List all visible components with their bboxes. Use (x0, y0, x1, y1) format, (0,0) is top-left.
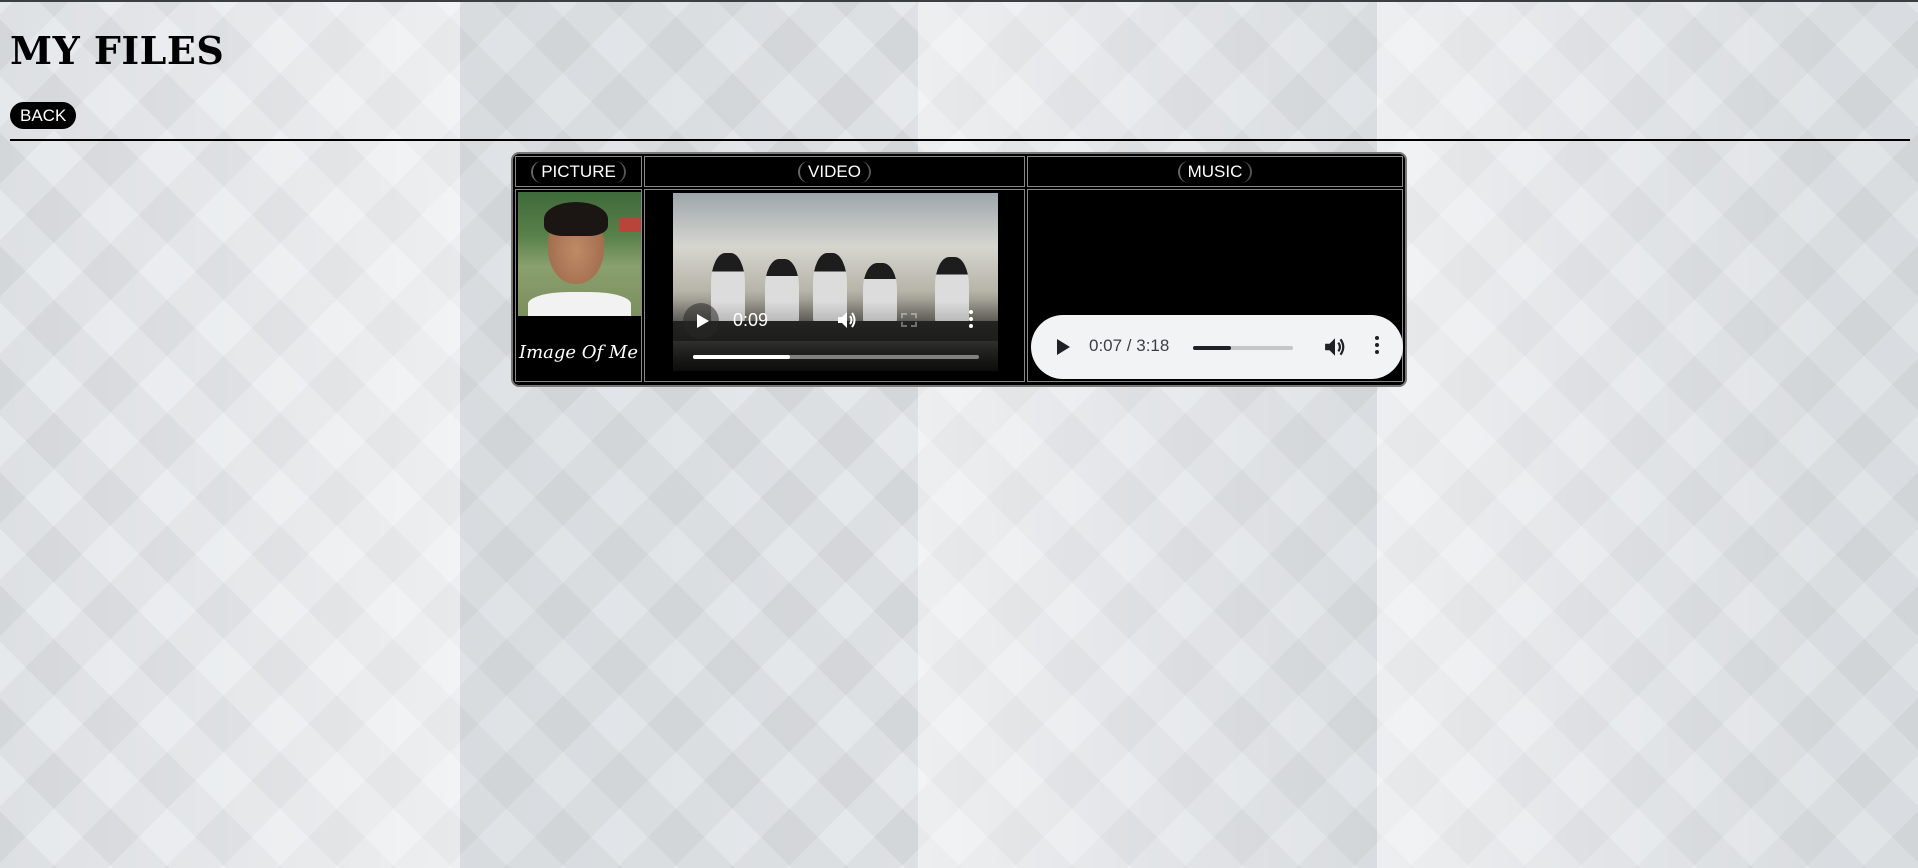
photo-hair (544, 202, 608, 236)
photo-background-roof (619, 218, 641, 232)
more-options-icon[interactable] (968, 310, 974, 332)
music-cell: 0:07 / 3:18 (1027, 189, 1403, 382)
video-current-time: 0:09 (733, 310, 769, 330)
header-music-label: MUSIC (1177, 160, 1253, 183)
picture-cell: Image Of Me (515, 189, 642, 382)
header-picture-label: PICTURE (531, 160, 626, 183)
back-button[interactable]: BACK (10, 102, 77, 129)
fullscreen-icon[interactable] (901, 313, 917, 327)
header-video: VIDEO (644, 156, 1025, 187)
files-table: PICTURE VIDEO MUSIC Image Of Me 0:09 0:0… (511, 152, 1407, 387)
top-border (0, 0, 1918, 2)
volume-icon[interactable] (837, 311, 857, 329)
profile-photo (518, 192, 641, 316)
video-cell: 0:09 (644, 189, 1025, 382)
header-picture: PICTURE (515, 156, 642, 187)
audio-time: 0:07 / 3:18 (1089, 336, 1170, 355)
volume-icon[interactable] (1324, 337, 1346, 357)
header-music: MUSIC (1027, 156, 1403, 187)
video-controls: 0:09 (673, 301, 998, 371)
video-seek-progress (693, 355, 791, 359)
audio-player[interactable]: 0:07 / 3:18 (1031, 315, 1403, 379)
divider (10, 139, 1910, 141)
video-player[interactable]: 0:09 (673, 193, 998, 371)
play-icon[interactable] (683, 303, 719, 339)
picture-caption: Image Of Me (518, 342, 639, 363)
video-seek-bar[interactable] (693, 355, 979, 359)
header-video-label: VIDEO (798, 160, 871, 183)
page-title: MY FILES (10, 28, 225, 73)
audio-seek-progress (1193, 346, 1231, 350)
photo-shirt (528, 292, 631, 316)
audio-seek-bar[interactable] (1193, 346, 1293, 350)
play-icon[interactable] (1053, 337, 1073, 357)
more-options-icon[interactable] (1374, 336, 1380, 358)
